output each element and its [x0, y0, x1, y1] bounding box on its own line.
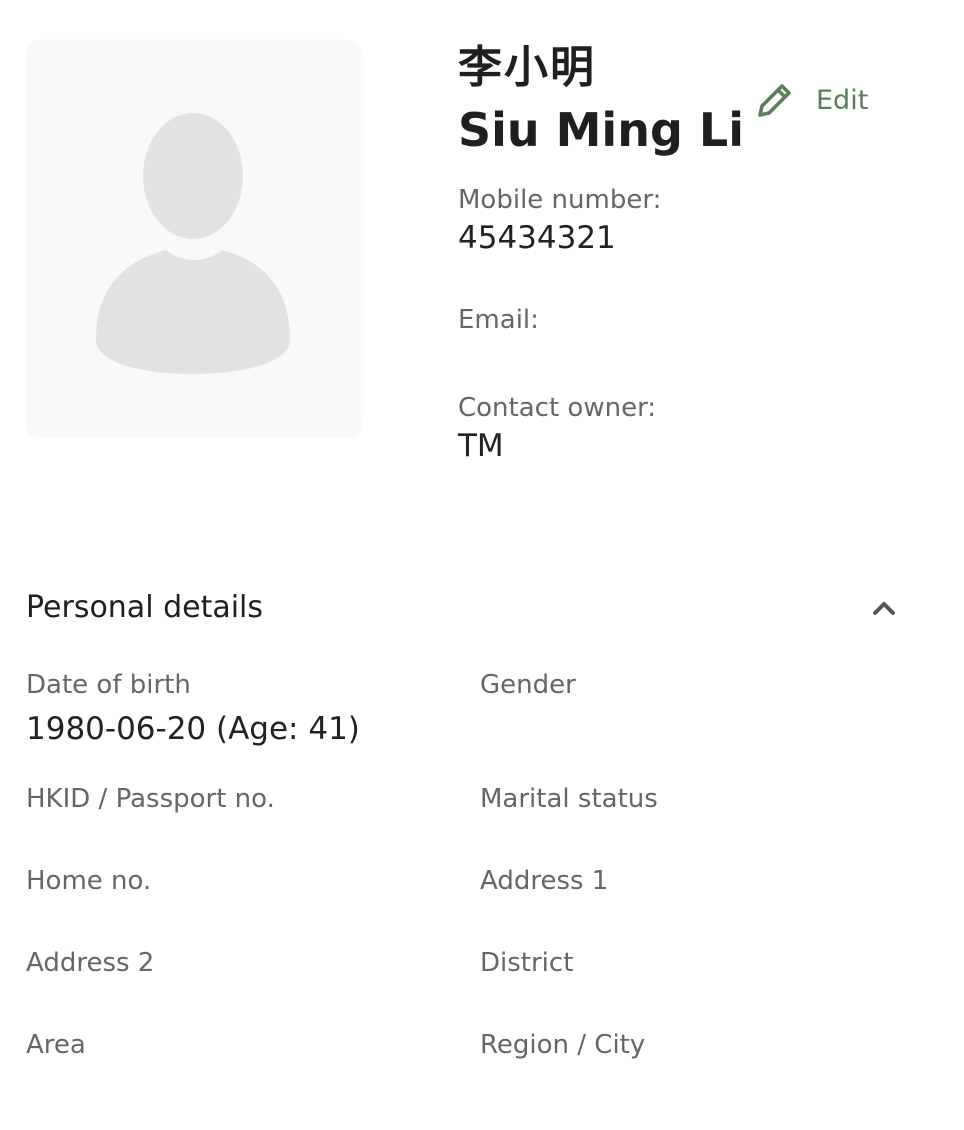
home-number-field: Home no.	[26, 863, 151, 899]
person-silhouette-icon	[96, 113, 290, 374]
personal-details-title: Personal details	[26, 590, 264, 625]
marital-status-field: Marital status	[480, 781, 658, 817]
hkid-passport-field: HKID / Passport no.	[26, 781, 275, 817]
date-of-birth-label: Date of birth	[26, 670, 191, 700]
english-name: Siu Ming Li	[458, 103, 744, 157]
area-field: Area	[26, 1027, 86, 1063]
contact-owner-field: Contact owner: TM	[458, 390, 656, 466]
region-city-field: Region / City	[480, 1027, 645, 1063]
name-block: 李小明 Siu Ming Li	[458, 38, 744, 162]
hkid-passport-label: HKID / Passport no.	[26, 784, 275, 814]
date-of-birth-field: Date of birth 1980-06-20 (Age: 41)	[26, 667, 360, 749]
home-number-label: Home no.	[26, 866, 152, 896]
chinese-name: 李小明	[458, 42, 596, 93]
edit-label: Edit	[816, 84, 869, 116]
chevron-up-icon	[873, 602, 895, 615]
pencil-icon	[754, 80, 794, 120]
email-field: Email:	[458, 302, 539, 338]
mobile-number-value: 45434321	[458, 220, 616, 256]
district-label: District	[480, 948, 574, 978]
contact-owner-value: TM	[458, 428, 504, 464]
address-1-label: Address 1	[480, 866, 609, 896]
address-1-field: Address 1	[480, 863, 608, 899]
contact-owner-label: Contact owner:	[458, 393, 657, 423]
address-2-field: Address 2	[26, 945, 154, 981]
personal-details-header[interactable]: Personal details	[26, 584, 896, 632]
gender-label: Gender	[480, 670, 576, 700]
area-label: Area	[26, 1030, 86, 1060]
region-city-label: Region / City	[480, 1030, 646, 1060]
mobile-number-label: Mobile number:	[458, 185, 662, 215]
collapse-toggle-button[interactable]	[872, 596, 896, 620]
mobile-number-field: Mobile number: 45434321	[458, 182, 661, 258]
date-of-birth-value: 1980-06-20 (Age: 41)	[26, 711, 360, 747]
marital-status-label: Marital status	[480, 784, 658, 814]
address-2-label: Address 2	[26, 948, 155, 978]
edit-button[interactable]: Edit	[754, 80, 868, 120]
district-field: District	[480, 945, 573, 981]
email-label: Email:	[458, 305, 539, 335]
gender-field: Gender	[480, 667, 576, 703]
avatar	[26, 40, 362, 436]
